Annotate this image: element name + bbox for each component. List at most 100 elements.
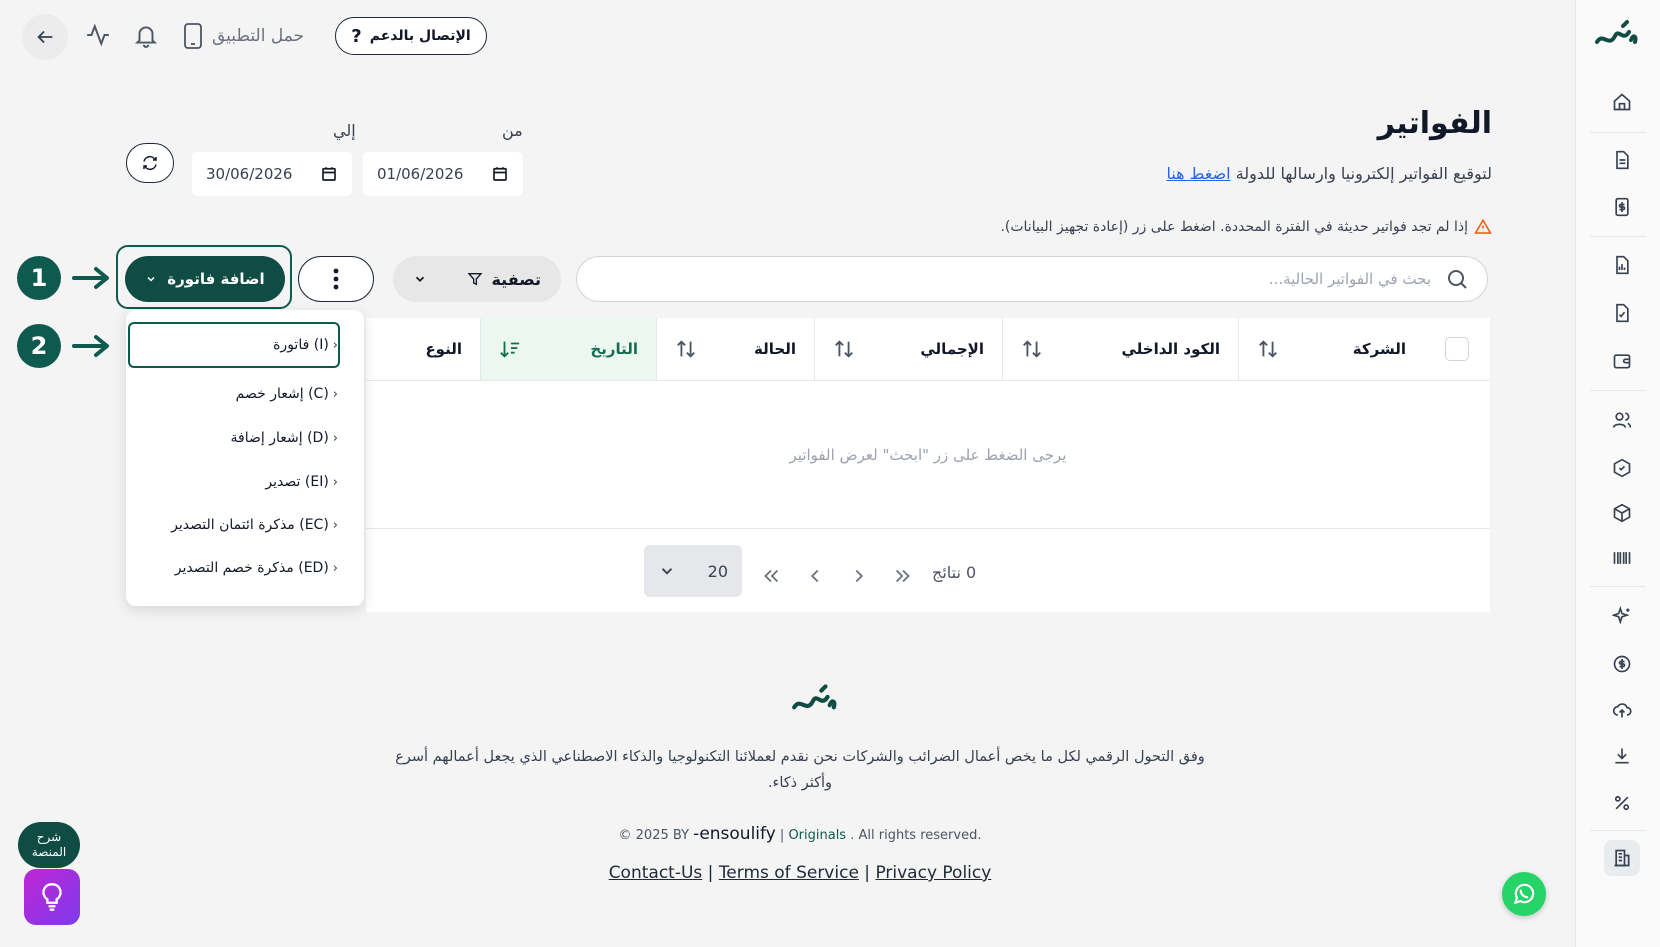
sign-link[interactable]: اضغط هنا [1166,164,1230,183]
barcode-icon[interactable] [1604,540,1640,576]
privacy-link[interactable]: Privacy Policy [875,863,991,883]
home-icon[interactable] [1604,84,1640,120]
calendar-icon[interactable] [491,165,509,183]
whatsapp-button[interactable] [1502,872,1546,916]
mobile-icon [184,23,202,49]
empty-state-message: يرجى الضغط على زر "ابحث" لعرض الفواتير [789,446,1067,464]
calendar-icon[interactable] [320,165,338,183]
copyright-prefix: © 2025 BY [618,828,690,843]
refresh-data-button[interactable] [126,143,174,183]
terms-link[interactable]: Terms of Service [719,863,859,883]
report-icon[interactable] [1604,247,1640,283]
menu-item-export-credit[interactable]: مذكرة ائتمان التصدير (EC) › [126,507,364,543]
tour-line2: المنصة [31,845,67,859]
wallet-icon[interactable] [1604,343,1640,379]
menu-item-export-debit[interactable]: مذكرة خصم التصدير (ED) › [126,550,364,586]
menu-item-label: مذكرة خصم التصدير (ED) [174,560,329,576]
package-icon[interactable] [1604,495,1640,531]
chevron-right-icon: › [332,560,338,576]
subtitle-text: لتوقيع الفواتير إلكترونيا وارسالها للدول… [1235,164,1492,183]
chevron-down-icon [661,568,673,575]
warning-text: إذا لم تجد فواتير حديثة في الفترة المحدد… [1000,219,1468,235]
filter-button[interactable]: تصفية [393,256,561,302]
warning-note: إذا لم تجد فواتير حديثة في الفترة المحدد… [1000,218,1492,236]
select-all-checkbox[interactable] [1445,337,1469,361]
column-label: الكود الداخلي [1121,340,1220,358]
originals-label: Originals [788,828,847,843]
back-button[interactable] [22,14,68,60]
page-subtitle: لتوقيع الفواتير إلكترونيا وارسالها للدول… [1166,164,1492,183]
from-date-input[interactable]: 01/06/2026 [363,152,523,196]
percent-icon[interactable] [1604,785,1640,821]
column-company[interactable]: الشركة [1238,318,1424,380]
activity-icon[interactable] [85,22,111,48]
copyright: © 2025 BY -ensoulify | Originals . All r… [618,824,982,844]
chevron-right-icon: › [332,386,338,402]
column-type[interactable]: النوع [366,318,480,380]
to-label: إلي [333,121,356,140]
document-icon[interactable] [1604,142,1640,178]
download-app-link[interactable]: حمل التطبيق [182,22,304,50]
chevron-down-icon [147,276,155,282]
column-label: الإجمالي [920,340,984,358]
column-status[interactable]: الحالة [656,318,814,380]
column-date[interactable]: التاريخ [480,318,656,380]
checklist-icon[interactable] [1604,295,1640,331]
rights-text: . All rights reserved. [850,828,982,843]
currency-icon[interactable] [1604,646,1640,682]
sort-icon[interactable] [833,338,855,360]
results-count: 0 نتائج [932,563,977,582]
kebab-icon [333,268,339,290]
contact-link[interactable]: Contact-Us [609,863,703,883]
page-size-select[interactable]: 20 [644,545,742,597]
menu-item-export[interactable]: تصدير (EI) › [126,464,364,500]
sort-icon[interactable] [675,338,697,360]
column-label: الحالة [754,340,796,358]
menu-item-credit-note[interactable]: إشعار خصم (C) › [126,376,364,412]
sparkles-icon[interactable] [1604,598,1640,634]
footer-about: وفق التحول الرقمي لكل ما يخص أعمال الضرا… [395,749,1205,791]
box-check-icon[interactable] [1604,450,1640,486]
lightbulb-button[interactable] [24,869,80,925]
chevron-right-icon: › [332,337,338,353]
download-icon[interactable] [1604,738,1640,774]
add-invoice-label: اضافة فاتورة [167,270,265,288]
column-total[interactable]: الإجمالي [814,318,1002,380]
sidebar [1575,0,1660,947]
step-badge-2: 2 [17,324,61,368]
question-icon: ? [351,25,362,47]
menu-item-invoice[interactable]: فاتورة (I) › [128,322,340,368]
sort-icon[interactable] [1021,338,1043,360]
add-invoice-button[interactable]: اضافة فاتورة [125,256,285,302]
page-size-value: 20 [707,561,728,581]
refresh-icon [143,155,157,171]
next-page-icon[interactable] [848,565,870,587]
cloud-upload-icon[interactable] [1604,692,1640,728]
building-icon[interactable] [1604,840,1640,876]
invoice-dollar-icon[interactable] [1604,189,1640,225]
column-label: النوع [425,340,462,358]
users-icon[interactable] [1604,402,1640,438]
menu-item-debit-note[interactable]: إشعار إضافة (D) › [126,420,364,456]
more-options-button[interactable] [298,256,374,302]
sort-desc-icon[interactable] [499,338,521,360]
sort-icon[interactable] [1257,338,1279,360]
support-button[interactable]: ? الإتصال بالدعم [335,17,487,55]
search-input[interactable]: بحث في الفواتير الحالية... [576,256,1488,302]
tour-line1: شرح [36,830,62,844]
logo-icon[interactable] [1593,18,1639,52]
add-invoice-dropdown: فاتورة (I) › إشعار خصم (C) › إشعار إضافة (… [126,310,364,606]
last-page-icon[interactable] [892,565,914,587]
brand-label: ensoulify [699,824,776,844]
step-arrow-icon [72,335,109,357]
platform-tour-badge[interactable]: شرح المنصة [18,822,80,868]
first-page-icon[interactable] [760,565,782,587]
prev-page-icon[interactable] [804,565,826,587]
to-date-value: 30/06/2026 [206,165,293,183]
bell-icon[interactable] [133,22,159,48]
search-placeholder: بحث في الفواتير الحالية... [1268,270,1431,288]
to-date-input[interactable]: 30/06/2026 [192,152,352,196]
column-internal-code[interactable]: الكود الداخلي [1002,318,1238,380]
from-label: من [502,121,523,140]
search-icon[interactable] [1445,267,1469,291]
